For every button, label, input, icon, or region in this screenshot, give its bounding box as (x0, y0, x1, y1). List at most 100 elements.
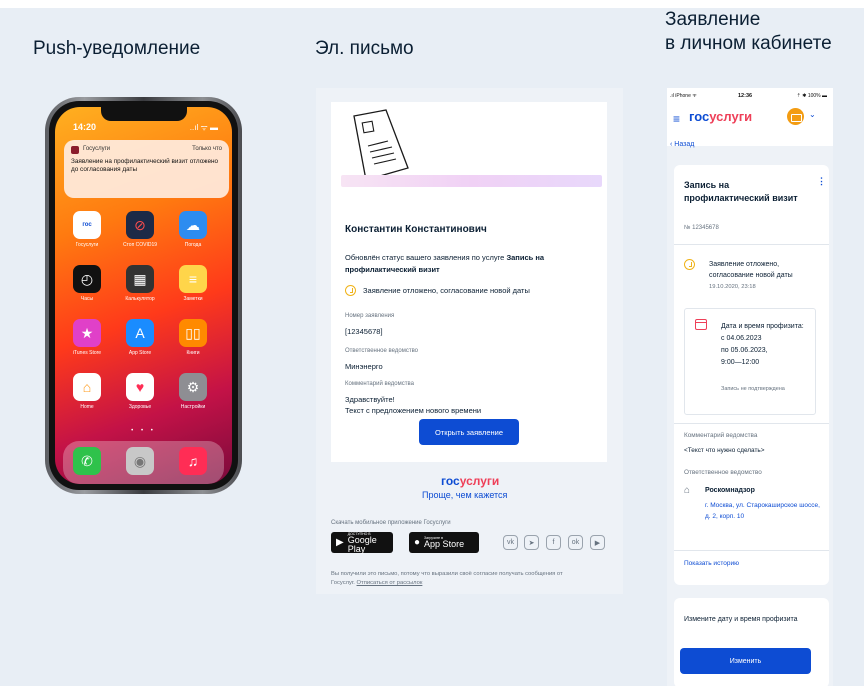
weather-icon: ☁ (179, 211, 207, 239)
phone-status-signal: ..ıl ᯤ ▬ (189, 123, 218, 132)
building-icon: ⌂ (684, 485, 691, 496)
notification-app-name: Госуслуги (83, 146, 111, 152)
phone-bezel: 14:20 ..ıl ᯤ ▬ Госуслуги Только что Заяв… (49, 101, 238, 490)
dock-music[interactable]: ♫ (179, 447, 207, 475)
dock-phone[interactable]: ✆ (73, 447, 101, 475)
top-band (0, 0, 864, 8)
comment-line-2: Текст с предложением нового времени (345, 406, 482, 415)
change-button[interactable]: Изменить (680, 648, 811, 674)
comment-label: Комментарий ведомства (345, 381, 414, 387)
app-notes[interactable]: ≡ Заметки (179, 265, 207, 302)
odnoklassniki-icon[interactable]: ok (568, 535, 583, 550)
visit-date-label: Дата и время профизита: (721, 323, 804, 330)
app-store-big: App Store (424, 539, 465, 549)
visit-time: 9:00—12:00 (721, 359, 760, 366)
status-clock-icon (684, 259, 695, 270)
dept-label: Ответственное ведомство (345, 348, 419, 354)
comment-value: <Текст что нужно сделать> (684, 447, 765, 454)
cabinet-status-time: 12:36 (738, 93, 753, 99)
app-label: Home (80, 404, 94, 410)
hamburger-menu-icon[interactable]: ≡ (673, 112, 680, 126)
app-books[interactable]: ▯▯ Книги (179, 319, 207, 356)
email-slogan: Проще, чем кажется (422, 490, 508, 500)
email-status-text: Заявление отложено, согласование новой д… (363, 286, 530, 295)
dept-org: Роскомнадзор (705, 487, 755, 494)
app-itunes[interactable]: ★ iTunes Store (73, 319, 101, 356)
music-icon: ♫ (179, 447, 207, 475)
cabinet-column-title-2: в личном кабинете (665, 33, 832, 54)
cabinet-gosuslugi-logo[interactable]: госуслуги (689, 109, 752, 124)
google-play-button[interactable]: ▶ ДОСТУПНО В Google Play (331, 532, 393, 553)
more-options-icon[interactable]: ⋮ (817, 176, 826, 187)
facebook-icon[interactable]: f (546, 535, 561, 550)
clock-icon (345, 285, 356, 296)
visit-date-note: Запись не подтверждена (721, 386, 785, 392)
dock-contacts[interactable]: ◉ (126, 447, 154, 475)
app-label: Заметки (183, 296, 203, 302)
app-store-button[interactable]: ● Загрузите в App Store (409, 532, 479, 553)
stop-covid-icon: ⊘ (126, 211, 154, 239)
unsubscribe-link[interactable]: Отписаться от рассылок (357, 580, 423, 586)
email-status-paragraph: Обновлён статус вашего заявления по услу… (345, 252, 585, 276)
app-label: App Store (128, 350, 152, 356)
logo-part-gos: гос (441, 474, 460, 488)
gosuslugi-logo[interactable]: госуслуги (441, 474, 499, 488)
clock-icon: ◴ (73, 265, 101, 293)
contacts-icon: ◉ (126, 447, 154, 475)
phone-status-time: 14:20 (73, 122, 97, 132)
google-play-icon: ▶ (336, 537, 344, 548)
app-calculator[interactable]: ▦ Калькулятор (125, 265, 155, 302)
phone-screen: 14:20 ..ıl ᯤ ▬ Госуслуги Только что Заяв… (55, 107, 232, 484)
heart-icon: ♥ (126, 373, 154, 401)
chevron-down-icon[interactable]: ⌄ (809, 110, 816, 119)
push-notification[interactable]: Госуслуги Только что Заявление на профил… (64, 140, 229, 198)
app-weather[interactable]: ☁ Погода (179, 211, 207, 248)
app-label: iTunes Store (72, 350, 102, 356)
avatar[interactable] (787, 108, 804, 125)
visit-date: Дата и время профизита: с 04.06.2023 по … (721, 321, 811, 369)
comment-line-1: Здравствуйте! (345, 395, 395, 404)
gosuslugi-notification-icon (71, 146, 79, 154)
application-title: Запись на профилактический визит (684, 180, 798, 203)
app-label: Калькулятор (125, 296, 155, 302)
cabinet-column-title-1: Заявление (665, 9, 761, 30)
email-column-title: Эл. письмо (315, 38, 414, 59)
application-status: Заявление отложено, согласование новой д… (709, 261, 793, 279)
back-link[interactable]: ‹ Назад (670, 141, 694, 148)
app-settings[interactable]: ⚙ Настройки (179, 373, 207, 410)
app-label: Госуслуги (75, 242, 99, 248)
open-application-button[interactable]: Открыть заявление (419, 419, 519, 445)
app-label: Здоровье (128, 404, 152, 410)
phone-notch (100, 107, 187, 121)
app-appstore[interactable]: A App Store (126, 319, 154, 356)
google-play-big: Google Play (347, 534, 377, 554)
app-label: Погода (184, 242, 202, 248)
visit-date-from: с 04.06.2023 (721, 335, 762, 342)
notes-icon: ≡ (179, 265, 207, 293)
vk-icon[interactable]: vk (503, 535, 518, 550)
app-label: Часы (80, 296, 94, 302)
cabinet-status-right: ⇡ ✱ 100% ▬ (796, 93, 827, 99)
youtube-icon[interactable]: ▶ (590, 535, 605, 550)
notification-time: Только что (192, 146, 222, 152)
app-gosuslugi[interactable]: гос Госуслуги (73, 211, 101, 248)
logo-part-uslugi: услуги (709, 109, 753, 124)
email-recipient-name: Константин Константинович (345, 224, 487, 235)
app-clock[interactable]: ◴ Часы (73, 265, 101, 302)
app-health[interactable]: ♥ Здоровье (126, 373, 154, 410)
star-icon: ★ (73, 319, 101, 347)
app-label: Стоп COVID19 (122, 242, 158, 248)
telegram-icon[interactable]: ➤ (524, 535, 539, 550)
app-home[interactable]: ⌂ Home (73, 373, 101, 410)
app-stop-covid[interactable]: ⊘ Стоп COVID19 (123, 211, 157, 248)
phone-dock: ✆ ◉ ♫ (63, 441, 224, 484)
logo-part-gos: гос (689, 109, 710, 124)
show-history-link[interactable]: Показать историю (684, 560, 739, 567)
dept-address-link[interactable]: г. Москва, ул. Старокаширское шоссе, д. … (705, 500, 820, 522)
page-dots: • • • (131, 428, 156, 434)
calculator-icon: ▦ (126, 265, 154, 293)
app-label: Настройки (180, 404, 206, 410)
divider (674, 244, 829, 245)
application-number: № 12345678 (684, 225, 719, 231)
push-column-title: Push-уведомление (33, 38, 201, 59)
